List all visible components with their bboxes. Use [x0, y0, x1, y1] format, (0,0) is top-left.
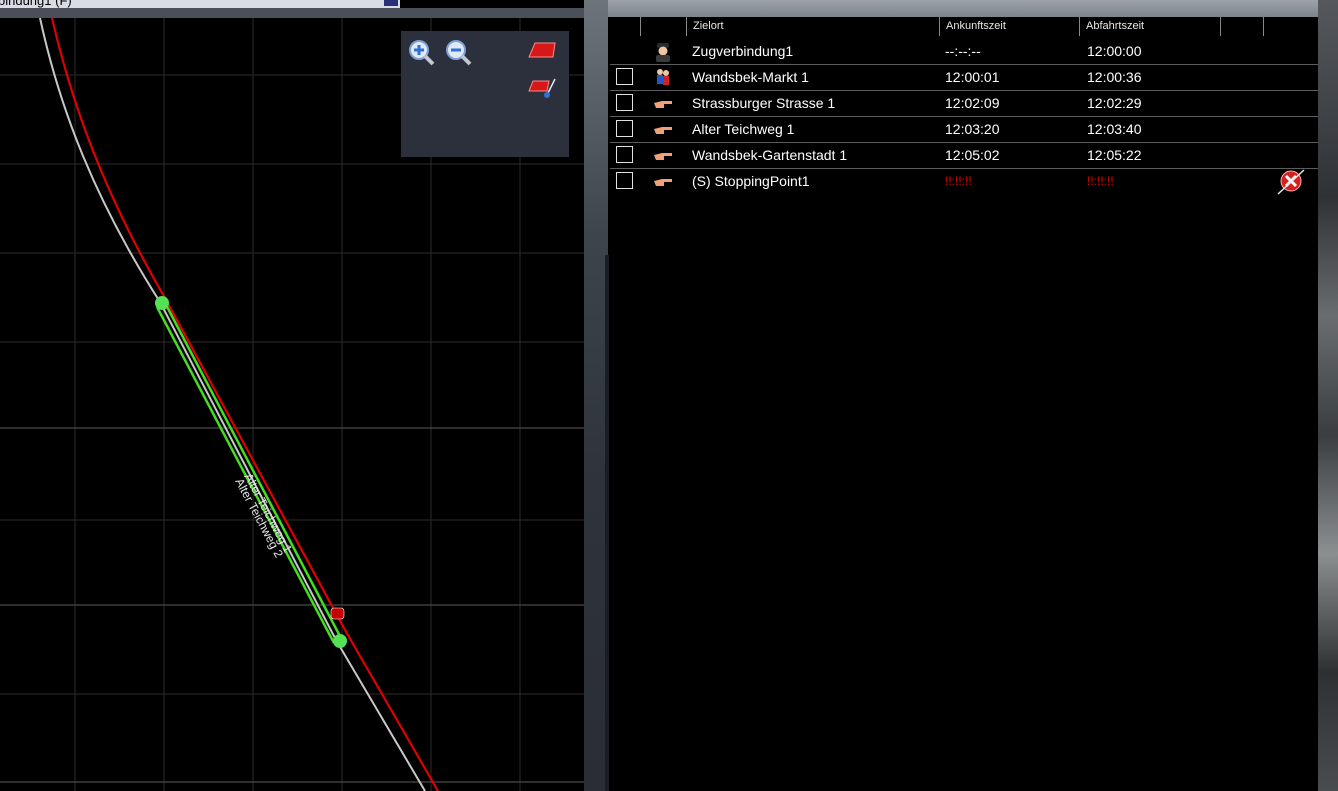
arrival-time[interactable]: 12:03:20	[945, 117, 1000, 142]
edit-track-icon[interactable]	[527, 75, 557, 99]
col-ankunft-header[interactable]: Ankunftszeit	[939, 17, 1079, 36]
map-panel[interactable]: bindung1 (F) Alter Teichweg 1 Alter Teic…	[0, 0, 584, 791]
active-track	[50, 18, 439, 791]
map-header-band	[0, 8, 584, 18]
departure-time-error[interactable]: !!:!!:!!	[1087, 169, 1114, 194]
departure-time[interactable]: 12:02:29	[1087, 91, 1142, 116]
row-checkbox[interactable]	[616, 172, 633, 189]
timetable-header: Zielort Ankunftszeit Abfahrtszeit	[610, 17, 1318, 36]
departure-time[interactable]: 12:03:40	[1087, 117, 1142, 142]
timetable: Zielort Ankunftszeit Abfahrtszeit Zugver…	[610, 17, 1318, 791]
departure-time[interactable]: 12:00:36	[1087, 65, 1142, 90]
delete-icon[interactable]	[1276, 169, 1306, 195]
arrival-time: --:--:--	[945, 43, 981, 59]
table-row[interactable]: Strassburger Strasse 1 12:02:09 12:02:29	[610, 91, 1318, 117]
scene-background	[1318, 0, 1338, 791]
departure-time[interactable]: 12:00:00	[1087, 39, 1142, 64]
driver-icon	[656, 43, 670, 62]
table-row[interactable]: (S) StoppingPoint1 !!:!!:!! !!:!!:!!	[610, 169, 1318, 195]
zoom-out-icon[interactable]	[445, 39, 473, 67]
timetable-top-band	[608, 0, 1318, 17]
destination: Alter Teichweg 1	[692, 121, 795, 137]
pointing-hand-icon	[654, 127, 672, 134]
arrival-time[interactable]: 12:05:02	[945, 143, 1000, 168]
destination: Wandsbek-Gartenstadt 1	[692, 147, 848, 163]
map-tool-panel	[401, 31, 569, 157]
col-icon-header[interactable]	[640, 17, 686, 36]
departure-time[interactable]: 12:05:22	[1087, 143, 1142, 168]
table-row[interactable]: Wandsbek-Gartenstadt 1 12:05:02 12:05:22	[610, 143, 1318, 169]
train-selector-label: bindung1 (F)	[0, 0, 72, 8]
track-segment-icon[interactable]	[527, 41, 557, 61]
arrival-time-error[interactable]: !!:!!:!!	[945, 169, 972, 194]
col-extra-header-1[interactable]	[1220, 17, 1263, 36]
platform-end-marker[interactable]	[333, 634, 347, 648]
pointing-hand-icon	[654, 179, 672, 186]
col-checkbox-header[interactable]	[610, 17, 640, 36]
table-row[interactable]: Wandsbek-Markt 1 12:00:01 12:00:36	[610, 65, 1318, 91]
destination: (S) StoppingPoint1	[692, 173, 810, 189]
destination: Wandsbek-Markt 1	[692, 69, 809, 85]
stop-sign-icon[interactable]	[330, 607, 345, 620]
row-checkbox[interactable]	[616, 146, 633, 163]
platform-start-marker[interactable]	[155, 296, 169, 310]
zoom-in-icon[interactable]	[408, 39, 436, 67]
col-extra-header-2[interactable]	[1263, 17, 1318, 36]
pointing-hand-icon	[654, 101, 672, 108]
arrival-time[interactable]: 12:00:01	[945, 65, 1000, 90]
splitter-shadow	[605, 255, 609, 791]
table-row[interactable]: Zugverbindung1 --:--:-- 12:00:00	[610, 39, 1318, 65]
inactive-track	[39, 18, 426, 791]
destination: Zugverbindung1	[692, 43, 794, 59]
passengers-icon	[657, 69, 669, 85]
col-abfahrt-header[interactable]: Abfahrtszeit	[1079, 17, 1220, 36]
dropdown-arrow-icon[interactable]	[384, 0, 398, 6]
col-zielort-header[interactable]: Zielort	[686, 17, 939, 36]
destination: Strassburger Strasse 1	[692, 95, 836, 111]
map-grid-major	[0, 427, 584, 783]
train-selector[interactable]: bindung1 (F)	[0, 0, 400, 8]
row-checkbox[interactable]	[616, 120, 633, 137]
row-checkbox[interactable]	[616, 94, 633, 111]
arrival-time[interactable]: 12:02:09	[945, 91, 1000, 116]
pointing-hand-icon	[654, 153, 672, 160]
table-row[interactable]: Alter Teichweg 1 12:03:20 12:03:40	[610, 117, 1318, 143]
row-checkbox[interactable]	[616, 68, 633, 85]
